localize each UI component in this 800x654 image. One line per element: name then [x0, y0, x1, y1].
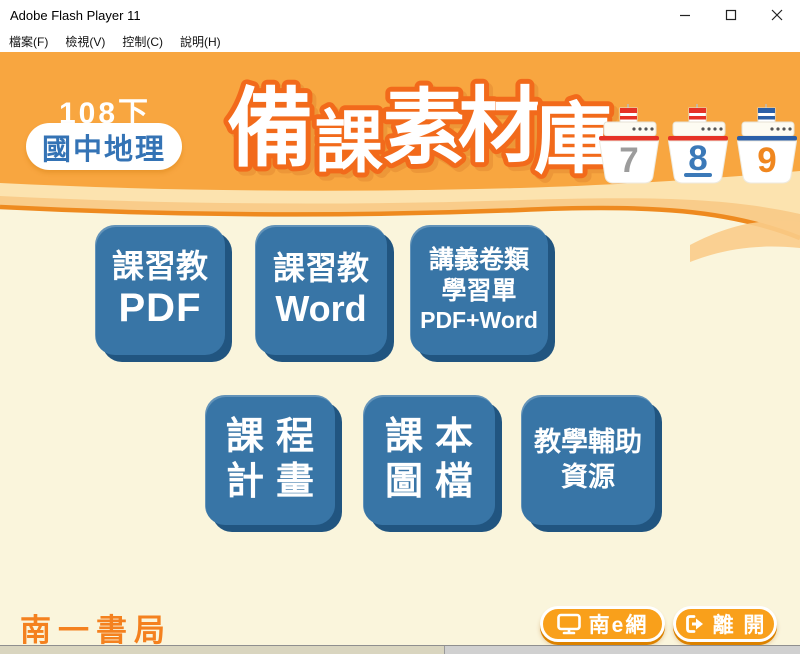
nan-e-web-label: 南e網: [589, 609, 649, 639]
tile-label: 教學輔助: [534, 425, 642, 460]
maximize-icon: [725, 9, 737, 21]
menu-view[interactable]: 檢視(V): [65, 33, 105, 50]
grade-7-boat-tab[interactable]: 7: [598, 104, 660, 186]
tile-label: 圖檔: [373, 460, 485, 505]
titlebar: Adobe Flash Player 11: [0, 0, 800, 30]
monitor-icon: [557, 613, 581, 635]
scrollbar-thumb[interactable]: [0, 646, 445, 654]
title-char-3: 素: [383, 83, 465, 174]
window-title: Adobe Flash Player 11: [10, 8, 141, 23]
grade-9-label: 9: [757, 141, 776, 180]
tile-teaching-resources[interactable]: 教學輔助 資源: [521, 395, 655, 525]
menu-control[interactable]: 控制(C): [122, 33, 163, 50]
minimize-icon: [679, 9, 691, 21]
boat-icon: 9: [736, 104, 798, 186]
exit-label: 離 開: [713, 609, 767, 639]
tile-handouts-worksheets[interactable]: 講義卷類 學習單 PDF+Word: [410, 225, 548, 355]
grade-8-boat-tab[interactable]: 8: [667, 104, 729, 186]
menubar: 檔案(F) 檢視(V) 控制(C) 說明(H): [0, 30, 800, 52]
tile-label: 課本: [373, 415, 485, 460]
exit-button[interactable]: 離 開: [673, 606, 777, 642]
horizontal-scrollbar[interactable]: [0, 645, 800, 654]
tile-curriculum-plan[interactable]: 課程 計畫: [205, 395, 335, 525]
title-char-2: 課: [315, 105, 383, 181]
tile-label: 計畫: [214, 460, 326, 505]
tile-textbook-word[interactable]: 課習教 Word: [255, 225, 387, 355]
tile-textbook-pdf[interactable]: 課習教 PDF: [95, 225, 225, 355]
title-char-1: 備: [227, 81, 313, 177]
boat-icon: 7: [598, 104, 660, 186]
tile-label: PDF+Word: [420, 306, 538, 335]
grade-tabs: 7 8: [598, 104, 798, 186]
tile-label: 學習單: [441, 276, 516, 307]
menu-help[interactable]: 說明(H): [180, 33, 221, 50]
tile-label: 課習教: [273, 250, 369, 288]
flash-player-window: Adobe Flash Player 11 檔案(F) 檢視(V) 控制(C) …: [0, 0, 800, 654]
tile-label: 課程: [214, 415, 326, 460]
tile-label: Word: [275, 288, 366, 330]
subject-badge: 國中地理: [26, 123, 182, 170]
window-controls: [662, 0, 800, 30]
menu-file[interactable]: 檔案(F): [9, 33, 48, 50]
grade-8-label: 8: [688, 139, 707, 178]
tile-textbook-images[interactable]: 課本 圖檔: [363, 395, 495, 525]
minimize-button[interactable]: [662, 0, 708, 30]
maximize-button[interactable]: [708, 0, 754, 30]
flash-stage: 108下 國中地理 備 課 素 材 庫: [0, 52, 800, 654]
grade-7-label: 7: [619, 141, 638, 180]
tile-label: PDF: [119, 285, 202, 332]
nan-e-web-button[interactable]: 南e網: [540, 606, 665, 642]
exit-arrow-icon: [684, 614, 705, 634]
close-button[interactable]: [754, 0, 800, 30]
publisher-logo: 南一書局: [20, 605, 172, 650]
grade-9-boat-tab[interactable]: 9: [736, 104, 798, 186]
title-char-4: 材: [458, 81, 540, 172]
active-grade-underline: [684, 173, 712, 177]
tile-label: 課習教: [112, 248, 208, 286]
close-icon: [771, 9, 783, 21]
boat-icon: 8: [667, 104, 729, 186]
tile-label: 講義卷類: [429, 245, 529, 276]
tile-label: 資源: [561, 460, 615, 495]
